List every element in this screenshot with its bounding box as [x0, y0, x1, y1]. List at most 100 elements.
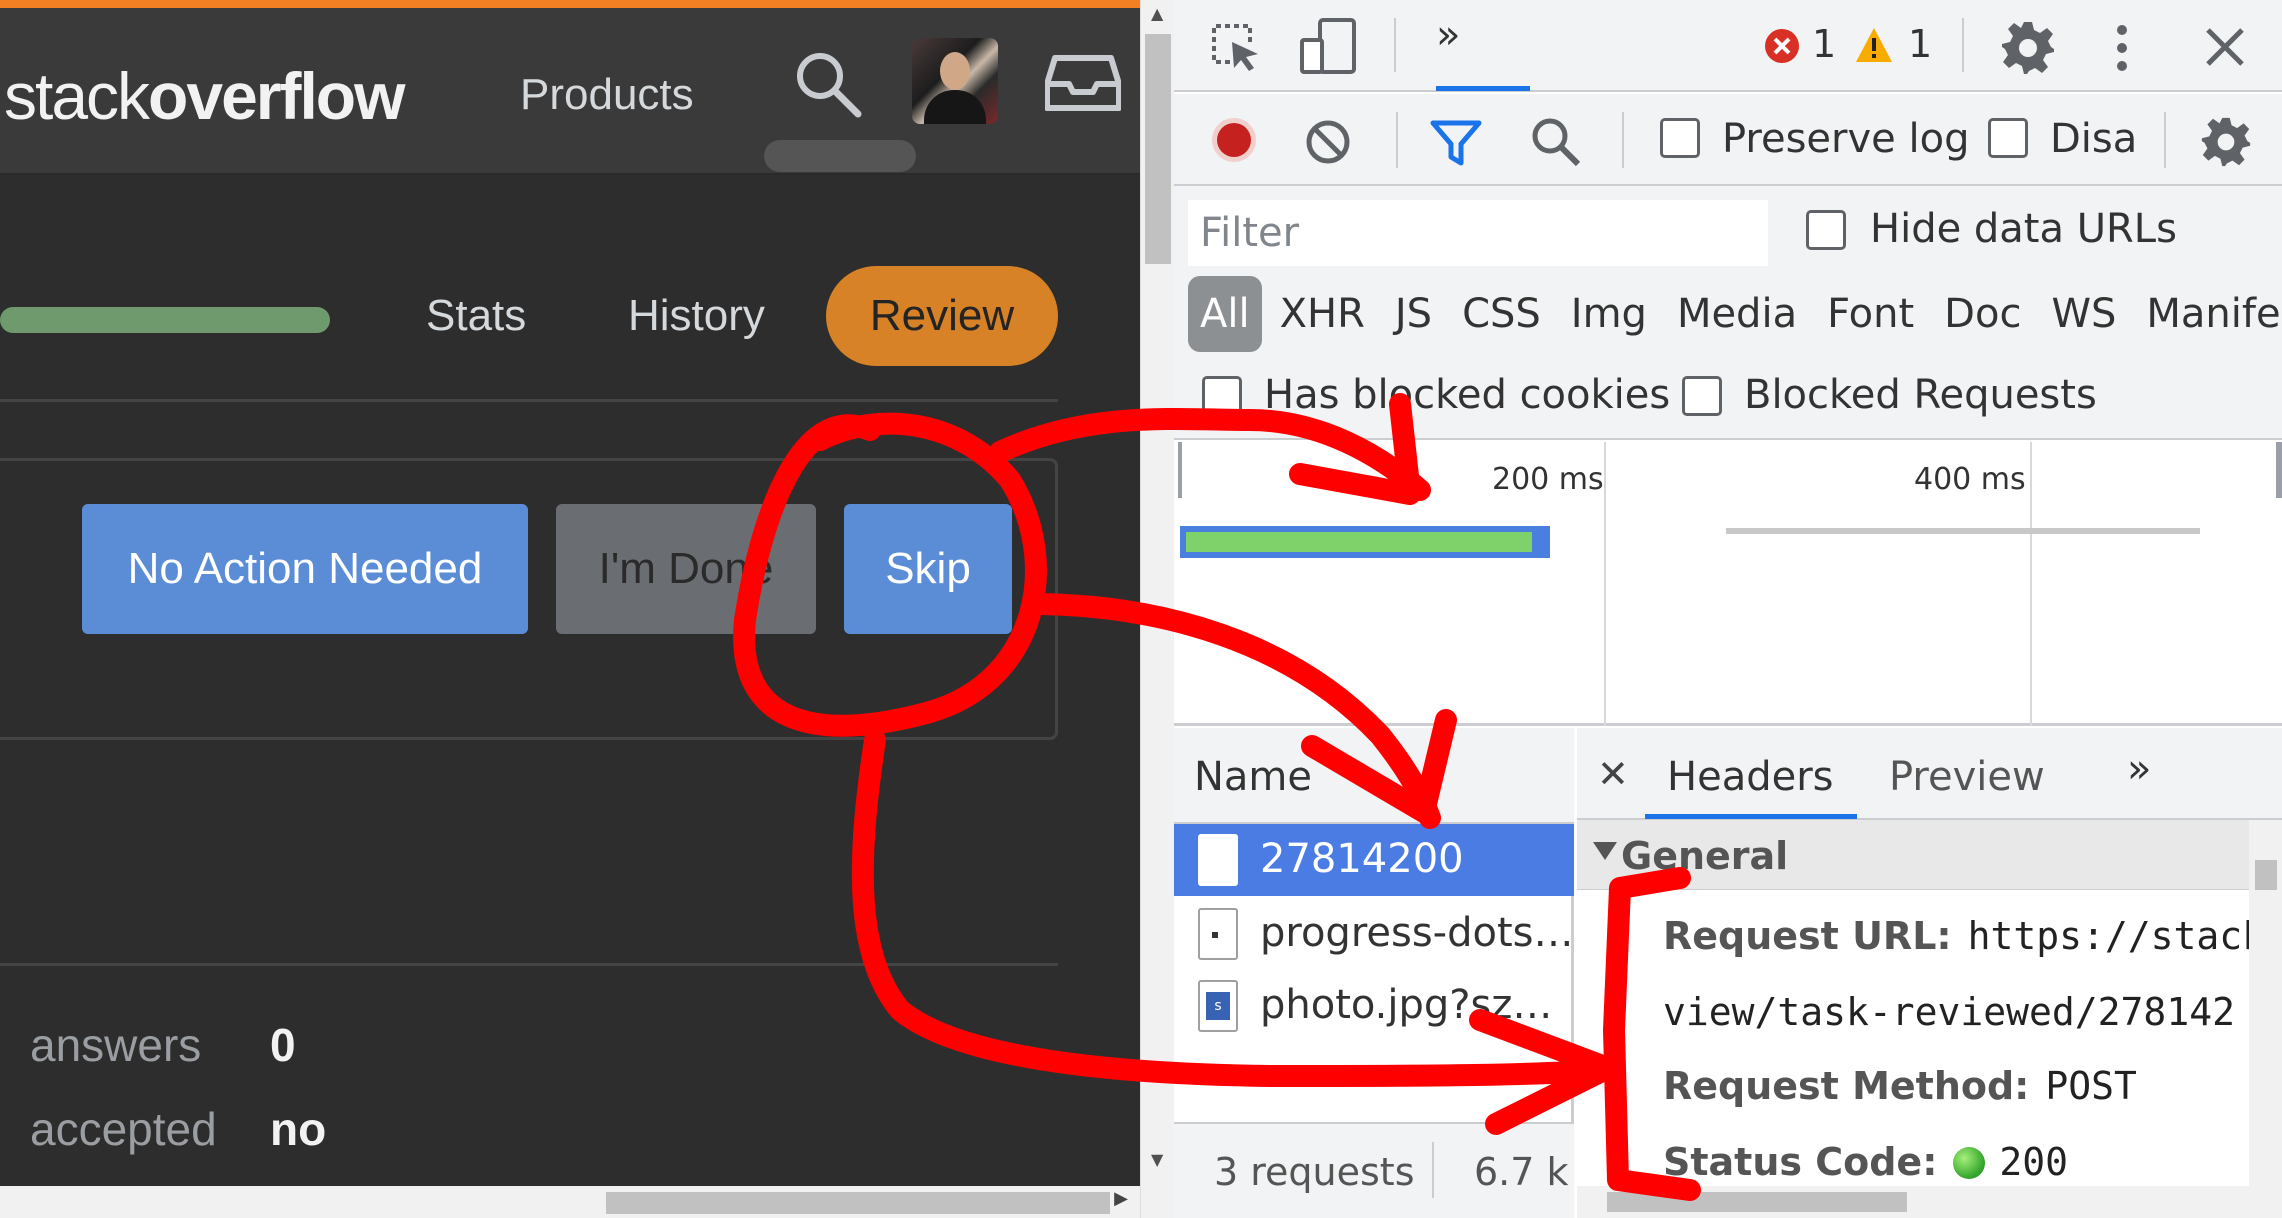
document-icon: [1198, 834, 1238, 886]
name-column-header[interactable]: Name: [1174, 728, 1574, 824]
inspect-icon[interactable]: [1208, 20, 1262, 74]
type-filter-img[interactable]: Img: [1559, 276, 1659, 352]
request-row[interactable]: progress-dots…: [1174, 898, 1574, 970]
more-tabs-button[interactable]: »: [1436, 12, 1460, 58]
preserve-log-label[interactable]: Preserve log: [1722, 116, 1969, 162]
scrollbar-thumb[interactable]: [1145, 34, 1171, 264]
details-vertical-scrollbar[interactable]: [2249, 820, 2282, 1218]
close-details-button[interactable]: ✕: [1597, 752, 1629, 796]
site-header: stackoverflow Products: [0, 8, 1140, 175]
image-file-icon: s: [1198, 980, 1238, 1032]
general-section-title: General: [1621, 834, 1789, 878]
hide-data-urls-checkbox[interactable]: [1806, 210, 1846, 250]
general-section-header[interactable]: General: [1577, 820, 2249, 890]
stackoverflow-logo[interactable]: stackoverflow: [4, 58, 405, 134]
error-count[interactable]: 1: [1812, 22, 1836, 66]
products-link[interactable]: Products: [520, 70, 694, 120]
warning-count[interactable]: 1: [1908, 22, 1932, 66]
blocked-requests-label[interactable]: Blocked Requests: [1744, 372, 2097, 418]
type-filter-css[interactable]: CSS: [1450, 276, 1553, 352]
tab-preview[interactable]: Preview: [1889, 754, 2045, 800]
device-toggle-icon[interactable]: [1298, 18, 1358, 74]
divider: [1394, 18, 1396, 72]
more-vertical-icon[interactable]: [2114, 20, 2130, 76]
search-icon[interactable]: [790, 46, 866, 122]
timeline-handle[interactable]: [2276, 442, 2282, 498]
close-icon[interactable]: [2202, 24, 2248, 70]
divider: [1962, 18, 1964, 72]
vertical-scrollbar[interactable]: ▲ ▼: [1140, 0, 1174, 1218]
type-filter-all[interactable]: All: [1188, 276, 1262, 352]
blocked-requests-checkbox[interactable]: [1682, 376, 1722, 416]
im-done-button[interactable]: I'm Done: [556, 504, 816, 634]
settings-icon[interactable]: [2000, 20, 2056, 76]
request-name: progress-dots…: [1260, 910, 1574, 956]
stat-value-answers: 0: [270, 1019, 296, 1071]
stat-label-accepted: accepted: [30, 1103, 217, 1155]
tab-history[interactable]: History: [628, 266, 765, 366]
type-filter-media[interactable]: Media: [1665, 276, 1809, 352]
timeline-request-bar-fill: [1186, 532, 1532, 552]
logo-bold-text: overflow: [148, 59, 405, 133]
filter-input[interactable]: [1188, 200, 1768, 266]
tab-headers[interactable]: Headers: [1667, 754, 1833, 800]
search-icon[interactable]: [1530, 116, 1582, 168]
type-filter-manifest[interactable]: Manife: [2134, 276, 2282, 352]
timeline-gridline: [1604, 442, 1606, 726]
disable-cache-checkbox[interactable]: [1988, 118, 2028, 158]
review-progress-bar: [0, 307, 330, 333]
stat-label-answers: answers: [30, 1019, 202, 1071]
scrollbar-thumb[interactable]: [2255, 860, 2277, 890]
details-horizontal-scrollbar[interactable]: [1577, 1186, 2249, 1218]
network-settings-icon[interactable]: [2200, 116, 2252, 168]
request-name: 27814200: [1260, 836, 1464, 882]
request-method-label: Request Method:: [1663, 1064, 2030, 1108]
type-filter-xhr[interactable]: XHR: [1268, 276, 1377, 352]
scrollbar-thumb[interactable]: [606, 1192, 1110, 1214]
details-tabbar: ✕ Headers Preview »: [1577, 728, 2282, 820]
type-filter-font[interactable]: Font: [1815, 276, 1926, 352]
network-overview-timeline[interactable]: 200 ms 400 ms: [1174, 442, 2282, 726]
error-icon[interactable]: [1764, 28, 1800, 64]
horizontal-scrollbar[interactable]: ▶: [0, 1186, 1140, 1218]
has-blocked-cookies-checkbox[interactable]: [1202, 376, 1242, 416]
top-accent-bar: [0, 0, 1140, 8]
type-filter-ws[interactable]: WS: [2039, 276, 2128, 352]
active-tab-indicator: [1436, 86, 1530, 91]
no-action-needed-button[interactable]: No Action Needed: [82, 504, 528, 634]
tab-review[interactable]: Review: [826, 266, 1058, 366]
timeline-gridline: [2030, 442, 2032, 726]
divider: [2164, 112, 2166, 168]
devtools-tabbar: » 1 1: [1174, 0, 2282, 92]
type-filter-doc[interactable]: Doc: [1932, 276, 2033, 352]
request-row[interactable]: s photo.jpg?sz…: [1174, 970, 1574, 1042]
skip-button[interactable]: Skip: [844, 504, 1012, 634]
warning-icon[interactable]: [1854, 26, 1894, 64]
tab-stats[interactable]: Stats: [426, 266, 526, 366]
request-name: photo.jpg?sz…: [1260, 982, 1553, 1028]
scrollbar-thumb[interactable]: [1607, 1192, 1907, 1212]
type-filter-js[interactable]: JS: [1383, 276, 1444, 352]
logo-light-text: stack: [4, 59, 150, 133]
avatar[interactable]: [912, 38, 998, 124]
divider: [0, 399, 1058, 402]
scroll-right-arrow-icon[interactable]: ▶: [1114, 1188, 1128, 1209]
scroll-down-arrow-icon[interactable]: ▼: [1151, 1150, 1163, 1169]
active-tab-indicator: [1645, 814, 1857, 819]
request-row[interactable]: 27814200: [1174, 824, 1574, 896]
disable-cache-label[interactable]: Disa: [2050, 116, 2137, 162]
timeline-request-bar: [1726, 528, 2200, 534]
clear-icon[interactable]: [1304, 118, 1352, 166]
network-toolbar: Preserve log Disa: [1174, 94, 2282, 186]
scroll-up-arrow-icon[interactable]: ▲: [1151, 4, 1163, 23]
hide-data-urls-label[interactable]: Hide data URLs: [1870, 206, 2177, 252]
preserve-log-checkbox[interactable]: [1660, 118, 1700, 158]
filter-icon[interactable]: [1430, 120, 1482, 166]
transferred-size: 6.7 k: [1474, 1150, 1569, 1194]
inbox-icon[interactable]: [1045, 50, 1121, 114]
request-method-value: POST: [2045, 1064, 2137, 1108]
request-details-panel: ✕ Headers Preview » General Request URL:…: [1577, 728, 2282, 1218]
more-tabs-button[interactable]: »: [2127, 746, 2151, 792]
record-icon[interactable]: [1210, 116, 1258, 164]
has-blocked-cookies-label[interactable]: Has blocked cookies: [1264, 372, 1670, 418]
